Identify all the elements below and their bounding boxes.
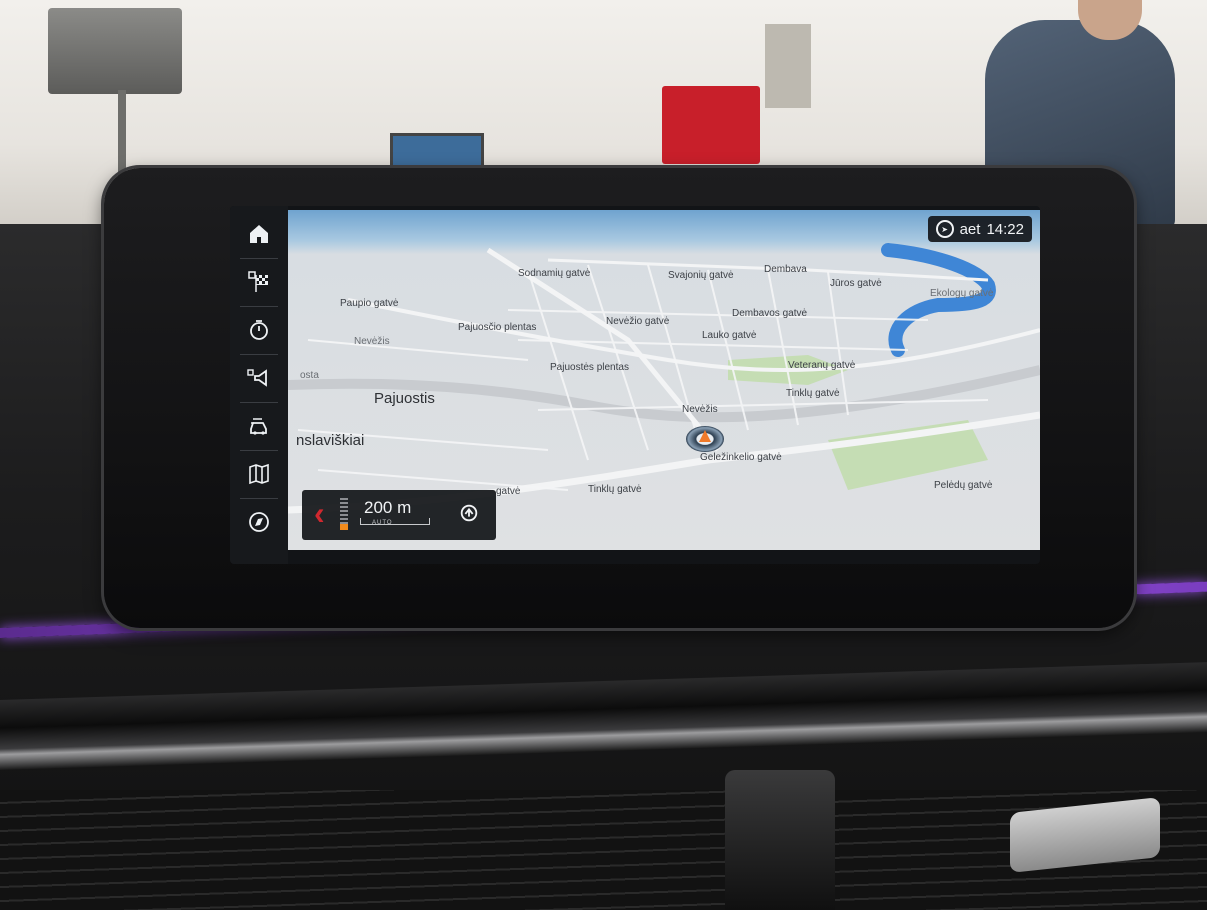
street-label: Paupio gatvė <box>340 298 399 309</box>
street-label: Pajuostės plentas <box>550 362 629 373</box>
home-icon[interactable] <box>236 214 282 254</box>
wall-box <box>765 24 811 108</box>
distance-progress-bar <box>340 498 348 530</box>
speaker-icon[interactable] <box>236 358 282 398</box>
street-label: Tinklų gatvė <box>786 388 840 399</box>
vent-control[interactable] <box>725 770 835 910</box>
infotainment-screen: Sodnamių gatvė Svajonių gatvė Dembava Jū… <box>230 206 1040 564</box>
destination-flag-icon[interactable] <box>236 262 282 302</box>
street-label: Veteranų gatvė <box>788 360 856 371</box>
clock: 14:22 <box>986 220 1024 238</box>
background-monitor <box>390 133 484 171</box>
car-icon[interactable] <box>236 406 282 446</box>
street-label: Pelėdų gatvė <box>934 480 993 491</box>
navigation-icon: ➤ <box>935 220 954 238</box>
turn-guidance-panel[interactable]: ‹ 200 m AUTO <box>302 490 496 540</box>
reroute-icon[interactable] <box>458 502 480 524</box>
river-label: Nevėžis <box>682 404 718 415</box>
work-lamp <box>48 8 182 94</box>
street-label: Tinklų gatvė <box>588 484 642 495</box>
place-label: osta <box>300 370 319 381</box>
town-label: Pajuostis <box>374 390 435 407</box>
zoom-mode: AUTO <box>372 520 393 526</box>
red-equipment <box>662 86 760 164</box>
street-label: Sodnamių gatvė <box>518 268 591 279</box>
distance-bracket <box>360 518 430 525</box>
turn-left-arrow-icon: ‹ <box>314 495 325 531</box>
street-label: Ekologų gatvė <box>930 288 994 299</box>
status-bar: ➤ aet 14:22 <box>927 216 1032 242</box>
river-label: Nevėžis <box>354 336 390 347</box>
region-code: aet <box>959 220 981 238</box>
street-label: Jūros gatvė <box>830 278 882 289</box>
vehicle-position-icon <box>686 426 724 452</box>
street-label: Svajonių gatvė <box>668 270 734 281</box>
place-label: Dembava <box>764 264 807 275</box>
street-label: Nevėžio gatvė <box>606 316 670 327</box>
town-label: nslaviškiai <box>296 432 365 449</box>
street-label: Geležinkelio gatvė <box>700 452 782 463</box>
timer-icon[interactable] <box>236 310 282 350</box>
distance-to-turn: 200 m <box>364 498 412 517</box>
street-label: Dembavos gatvė <box>732 308 808 319</box>
sidebar <box>230 206 288 564</box>
street-label: Lauko gatvė <box>702 330 757 341</box>
street-label: Pajuosčio plentas <box>458 322 537 333</box>
compass-icon[interactable] <box>236 502 282 542</box>
street-label: gatvė <box>496 486 521 497</box>
map-icon[interactable] <box>236 454 282 494</box>
